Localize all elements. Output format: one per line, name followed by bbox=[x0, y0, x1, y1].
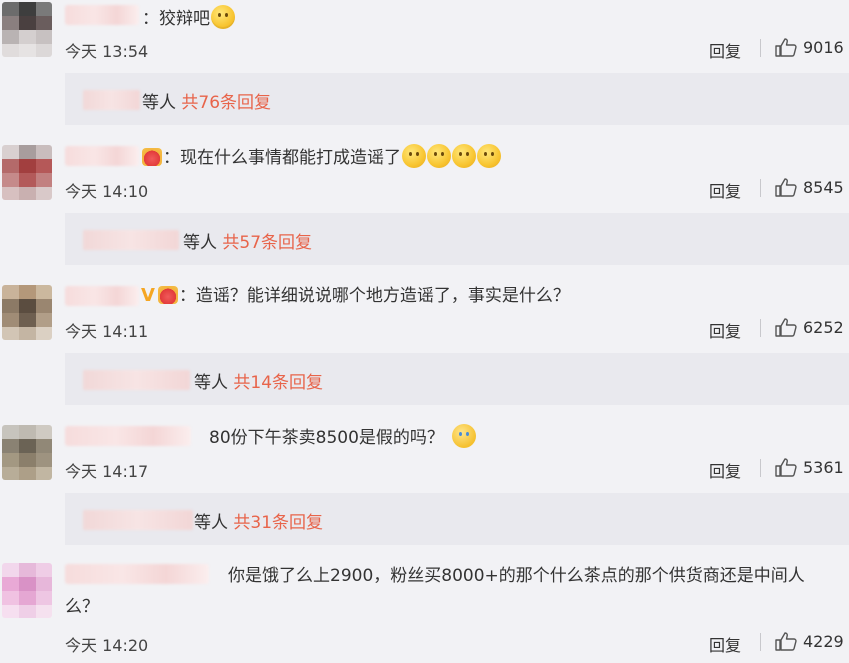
shrug-emoji-icon bbox=[451, 424, 476, 448]
like-count: 8545 bbox=[803, 178, 844, 197]
replies-count-link[interactable]: 共57条回复 bbox=[222, 233, 312, 253]
smile-emoji-icon bbox=[211, 5, 235, 29]
replies-summary-text: 等人 共57条回复 bbox=[183, 233, 313, 253]
like-count: 9016 bbox=[803, 38, 844, 57]
laugh-cry-emoji-icon bbox=[477, 144, 501, 168]
comment-time: 今天 14:10 bbox=[65, 182, 149, 201]
thumbs-up-icon[interactable] bbox=[775, 177, 797, 197]
laugh-cry-emoji-icon bbox=[427, 144, 451, 168]
replies-summary[interactable]: 等人 共31条回复 bbox=[65, 493, 849, 545]
comment-time: 今天 14:17 bbox=[65, 462, 149, 481]
username[interactable] bbox=[65, 564, 209, 584]
replier-names bbox=[83, 90, 140, 110]
divider bbox=[760, 179, 761, 197]
replier-names bbox=[83, 230, 179, 250]
laugh-cry-emoji-icon bbox=[402, 144, 426, 168]
divider bbox=[760, 319, 761, 337]
reply-button[interactable]: 回复 bbox=[709, 38, 741, 62]
replies-summary-text: 等人 共14条回复 bbox=[194, 373, 324, 393]
crown-badge-icon bbox=[157, 286, 178, 304]
verified-v-badge-icon: V bbox=[141, 285, 155, 306]
avatar[interactable] bbox=[2, 285, 52, 340]
replier-names bbox=[83, 510, 193, 530]
like-count: 4229 bbox=[803, 632, 844, 651]
thumbs-up-icon[interactable] bbox=[775, 457, 797, 477]
like-count: 5361 bbox=[803, 458, 844, 477]
comment-text-continued: 么？ bbox=[65, 597, 99, 617]
replies-summary-text: 等人 共31条回复 bbox=[194, 513, 324, 533]
divider bbox=[760, 633, 761, 651]
username[interactable] bbox=[65, 146, 139, 166]
replies-count-link[interactable]: 共14条回复 bbox=[233, 373, 323, 393]
thumbs-up-icon[interactable] bbox=[775, 37, 797, 57]
replies-summary[interactable]: 等人 共76条回复 bbox=[65, 73, 849, 125]
replies-summary[interactable]: 等人 共14条回复 bbox=[65, 353, 849, 405]
reply-button[interactable]: 回复 bbox=[709, 458, 741, 482]
comment-text: ：现在什么事情都能打成造谣了 bbox=[141, 144, 501, 170]
username[interactable] bbox=[65, 426, 191, 446]
avatar[interactable] bbox=[2, 145, 52, 200]
laugh-cry-emoji-icon bbox=[452, 144, 476, 168]
replies-summary-text: 等人 共76条回复 bbox=[142, 93, 272, 113]
reply-button[interactable]: 回复 bbox=[709, 178, 741, 202]
crown-badge-icon bbox=[142, 148, 162, 166]
replies-summary[interactable]: 等人 共57条回复 bbox=[65, 213, 849, 265]
comment-text: ：狡辩吧 bbox=[142, 5, 235, 31]
replies-count-link[interactable]: 共76条回复 bbox=[181, 93, 271, 113]
comment-time: 今天 14:11 bbox=[65, 322, 149, 341]
divider bbox=[760, 39, 761, 57]
comment-time: 今天 13:54 bbox=[65, 42, 149, 61]
comment-text: 80份下午茶卖8500是假的吗？ bbox=[209, 424, 476, 450]
replies-count-link[interactable]: 共31条回复 bbox=[233, 513, 323, 533]
username[interactable] bbox=[65, 286, 139, 306]
username[interactable] bbox=[65, 5, 139, 25]
comment-time: 今天 14:20 bbox=[65, 636, 149, 655]
comment-text: V ：造谣？能详细说说哪个地方造谣了，事实是什么？ bbox=[141, 285, 570, 306]
like-count: 6252 bbox=[803, 318, 844, 337]
thumbs-up-icon[interactable] bbox=[775, 317, 797, 337]
avatar[interactable] bbox=[2, 563, 52, 618]
reply-button[interactable]: 回复 bbox=[709, 632, 741, 656]
thumbs-up-icon[interactable] bbox=[775, 631, 797, 651]
replier-names bbox=[83, 370, 190, 390]
avatar[interactable] bbox=[2, 2, 52, 57]
comment-text: 你是饿了么上2900，粉丝买8000+的那个什么茶点的那个供货商还是中间人 bbox=[228, 566, 805, 586]
reply-button[interactable]: 回复 bbox=[709, 318, 741, 342]
avatar[interactable] bbox=[2, 425, 52, 480]
divider bbox=[760, 459, 761, 477]
